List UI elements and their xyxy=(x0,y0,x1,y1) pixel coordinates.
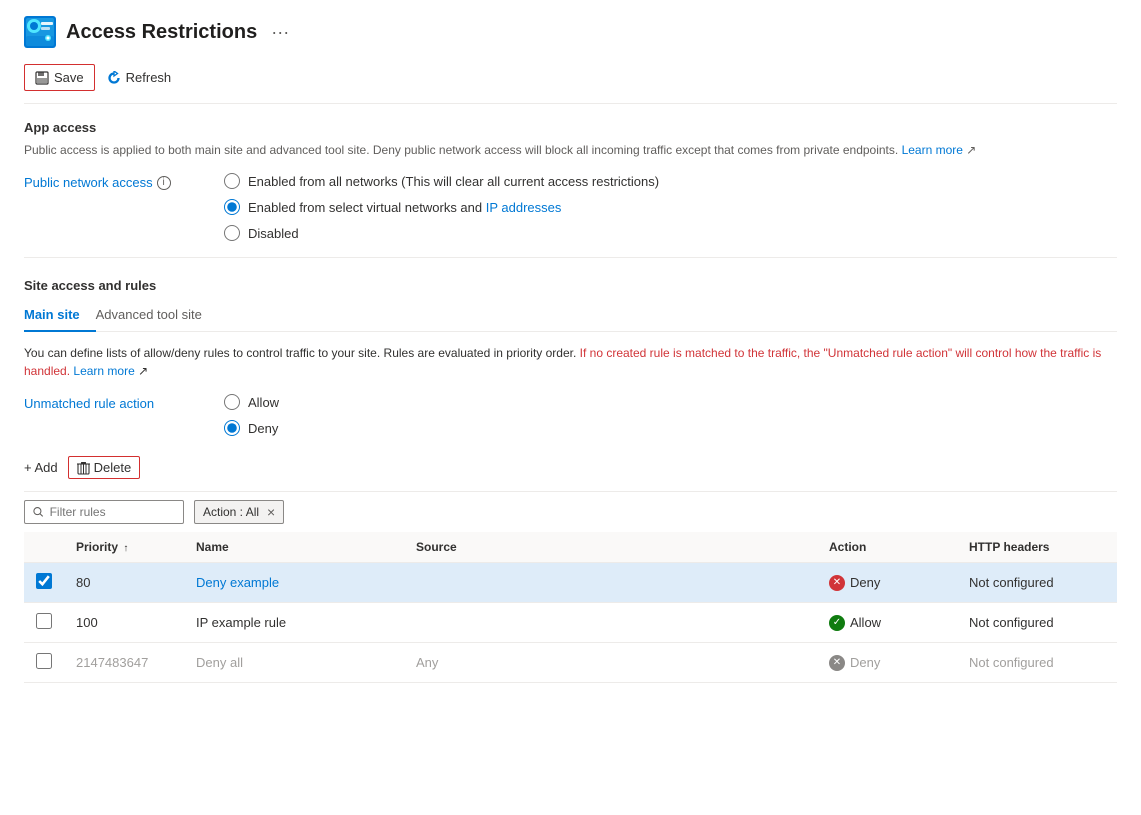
radio-select-networks-input[interactable] xyxy=(224,199,240,215)
site-access-title: Site access and rules xyxy=(24,278,1117,293)
col-source: Source xyxy=(404,532,817,563)
row-http-headers: Not configured xyxy=(957,603,1117,643)
sort-arrow-priority: ↑ xyxy=(123,543,128,554)
save-label: Save xyxy=(54,70,84,85)
row-checkbox[interactable] xyxy=(36,573,52,589)
refresh-label: Refresh xyxy=(126,70,172,85)
action-deny-gray: ✕ Deny xyxy=(829,655,945,671)
col-checkbox xyxy=(24,532,64,563)
radio-unmatched-allow-input[interactable] xyxy=(224,394,240,410)
site-access-section: Site access and rules Main site Advanced… xyxy=(24,278,1117,683)
delete-icon xyxy=(77,461,90,475)
allow-icon: ✓ xyxy=(829,615,845,631)
app-access-section: App access Public access is applied to b… xyxy=(24,120,1117,241)
rules-table: Priority ↑ Name Source Action HTTP heade… xyxy=(24,532,1117,683)
action-bar: + Add Delete xyxy=(24,456,1117,479)
radio-select-networks[interactable]: Enabled from select virtual networks and… xyxy=(224,199,659,215)
rule-description: You can define lists of allow/deny rules… xyxy=(24,344,1117,380)
col-http-headers: HTTP headers xyxy=(957,532,1117,563)
row-checkbox[interactable] xyxy=(36,613,52,629)
radio-all-networks[interactable]: Enabled from all networks (This will cle… xyxy=(224,173,659,189)
radio-unmatched-deny[interactable]: Deny xyxy=(224,420,279,436)
table-row[interactable]: 80 Deny example ✕ Deny xyxy=(24,563,1117,603)
save-icon xyxy=(35,71,49,85)
unmatched-rule-label: Unmatched rule action xyxy=(24,396,184,411)
table-row[interactable]: 2147483647 Deny all Any ✕ Deny xyxy=(24,643,1117,683)
save-button[interactable]: Save xyxy=(24,64,95,91)
action-allow: ✓ Allow xyxy=(829,615,945,631)
row-http-headers: Not configured xyxy=(957,563,1117,603)
row-checkbox-cell[interactable] xyxy=(24,603,64,643)
public-network-row: Public network access i Enabled from all… xyxy=(24,173,1117,241)
search-icon xyxy=(33,506,44,518)
tab-main-site[interactable]: Main site xyxy=(24,299,96,332)
app-access-title: App access xyxy=(24,120,1117,135)
row-name: IP example rule xyxy=(184,603,404,643)
unmatched-options: Allow Deny xyxy=(224,394,279,436)
action-deny: ✕ Deny xyxy=(829,575,945,591)
row-checkbox-cell[interactable] xyxy=(24,563,64,603)
rule-learn-more[interactable]: Learn more xyxy=(73,364,134,378)
row-name-link[interactable]: Deny example xyxy=(196,575,279,590)
row-name[interactable]: Deny example xyxy=(184,563,404,603)
filter-rules-input[interactable] xyxy=(50,505,175,519)
row-source: Any xyxy=(404,643,817,683)
radio-disabled-input[interactable] xyxy=(224,225,240,241)
public-network-label: Public network access i xyxy=(24,175,184,190)
public-network-options: Enabled from all networks (This will cle… xyxy=(224,173,659,241)
radio-unmatched-deny-input[interactable] xyxy=(224,420,240,436)
row-action: ✕ Deny xyxy=(817,563,957,603)
page-title: Access Restrictions xyxy=(66,21,257,44)
refresh-button[interactable]: Refresh xyxy=(107,70,172,85)
row-checkbox[interactable] xyxy=(36,653,52,669)
app-service-icon xyxy=(24,16,56,48)
radio-disabled[interactable]: Disabled xyxy=(224,225,659,241)
more-options-icon[interactable]: ··· xyxy=(271,22,289,43)
row-checkbox-cell[interactable] xyxy=(24,643,64,683)
deny-gray-icon: ✕ xyxy=(829,655,845,671)
table-row[interactable]: 100 IP example rule ✓ Allow xyxy=(24,603,1117,643)
row-action: ✓ Allow xyxy=(817,603,957,643)
row-name: Deny all xyxy=(184,643,404,683)
row-source xyxy=(404,603,817,643)
add-button[interactable]: + Add xyxy=(24,460,58,475)
toolbar: Save Refresh xyxy=(24,64,1117,104)
section-divider xyxy=(24,257,1117,258)
app-access-learn-more[interactable]: Learn more xyxy=(902,143,963,157)
ip-addresses-link[interactable]: IP addresses xyxy=(486,200,562,215)
radio-all-networks-input[interactable] xyxy=(224,173,240,189)
filter-input-wrapper[interactable] xyxy=(24,500,184,524)
table-header-row: Priority ↑ Name Source Action HTTP heade… xyxy=(24,532,1117,563)
refresh-icon xyxy=(107,71,121,85)
delete-button[interactable]: Delete xyxy=(68,456,141,479)
site-tabs: Main site Advanced tool site xyxy=(24,299,1117,332)
col-name: Name xyxy=(184,532,404,563)
public-network-info-icon[interactable]: i xyxy=(157,176,171,190)
filter-bar: Action : All × xyxy=(24,491,1117,532)
filter-tag: Action : All × xyxy=(194,500,284,524)
app-access-desc: Public access is applied to both main si… xyxy=(24,141,1117,159)
tab-advanced-tool-site[interactable]: Advanced tool site xyxy=(96,299,218,332)
radio-unmatched-allow[interactable]: Allow xyxy=(224,394,279,410)
row-action: ✕ Deny xyxy=(817,643,957,683)
filter-tag-close[interactable]: × xyxy=(267,504,275,520)
col-priority: Priority ↑ xyxy=(64,532,184,563)
row-source xyxy=(404,563,817,603)
row-priority: 80 xyxy=(64,563,184,603)
row-http-headers: Not configured xyxy=(957,643,1117,683)
deny-icon: ✕ xyxy=(829,575,845,591)
unmatched-rule-row: Unmatched rule action Allow Deny xyxy=(24,394,1117,436)
filter-tag-label: Action : All xyxy=(203,505,259,519)
row-priority: 2147483647 xyxy=(64,643,184,683)
row-priority: 100 xyxy=(64,603,184,643)
col-action: Action xyxy=(817,532,957,563)
